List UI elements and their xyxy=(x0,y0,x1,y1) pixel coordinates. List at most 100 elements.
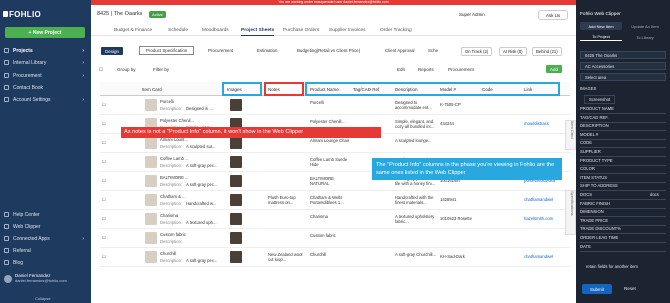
tab-order-tracking[interactable]: Order Tracking xyxy=(380,28,412,33)
tab-project-sheets[interactable]: Project Sheets xyxy=(241,28,275,36)
link-cell[interactable]: chathamandwel xyxy=(524,254,566,259)
item-thumbnail[interactable] xyxy=(145,156,157,168)
sidebar-item-projects[interactable]: Projects › xyxy=(4,46,87,55)
model-cell[interactable]: 1010523 Rosette xyxy=(440,216,482,221)
item-thumbnail[interactable] xyxy=(145,251,157,263)
product-name-cell[interactable]: Charisma xyxy=(310,214,352,219)
product-image[interactable] xyxy=(230,137,242,149)
table-row[interactable]: ☐ Custom fabric Description: Custom fabric xyxy=(100,229,570,248)
col-item-card[interactable]: Item Card xyxy=(142,87,162,92)
sidebar-item-web-clipper[interactable]: Web Clipper xyxy=(4,222,87,231)
product-image[interactable] xyxy=(230,213,242,225)
product-name-cell[interactable]: Churchill xyxy=(310,252,352,257)
super-admin-menu[interactable]: Super Admin xyxy=(459,12,485,17)
row-checkbox[interactable]: ☐ xyxy=(102,159,106,164)
clipper-field-input[interactable] xyxy=(580,250,666,252)
clipper-field-label[interactable]: MODEL # xyxy=(580,132,598,137)
clipper-field-label[interactable]: TRADE DISCOUNT% xyxy=(580,226,621,231)
area-select[interactable]: AC Accessories xyxy=(580,62,666,70)
model-cell[interactable]: KH-Sad-Dark xyxy=(440,254,482,259)
clipper-field-input[interactable] xyxy=(580,138,666,140)
tab-purchase-orders[interactable]: Purchase Orders xyxy=(283,28,319,33)
reports-button[interactable]: Reports xyxy=(418,67,434,72)
description-cell[interactable]: Designed to accommodate ent... xyxy=(395,100,439,110)
clipper-field-label[interactable]: FABRIC FINISH xyxy=(580,201,610,206)
model-cell[interactable]: 1428941 xyxy=(440,197,482,202)
product-name-cell[interactable]: Custom fabric xyxy=(310,233,352,238)
description-cell[interactable]: A soft-gray Churchill... xyxy=(395,252,439,257)
at-risk-chip[interactable]: At Risk (0) xyxy=(499,47,527,56)
tab-to-library[interactable]: To Library xyxy=(624,33,666,41)
row-checkbox[interactable]: ☐ xyxy=(102,235,106,240)
table-row[interactable]: ☐ Chatham & ... Description: Handcrafted w.… xyxy=(100,191,570,210)
sidebar-item-blog[interactable]: Blog xyxy=(4,258,87,267)
tab-add-new-item[interactable]: Add New Item xyxy=(580,22,622,30)
model-cell[interactable]: 434244 xyxy=(440,121,482,126)
add-item-button[interactable]: Add xyxy=(546,65,562,73)
clipper-field-label[interactable]: COLOR xyxy=(580,166,595,171)
item-thumbnail[interactable] xyxy=(145,99,157,111)
clipper-field-input[interactable] xyxy=(580,242,666,243)
phase-budgeting[interactable]: Budgeting(Retail vs Client Price) xyxy=(297,48,360,53)
table-row[interactable]: ☐ Churchill Description: A soft-gray pec...… xyxy=(100,248,570,267)
description-cell[interactable]: A sculpted lounge... xyxy=(395,138,439,143)
row-checkbox[interactable]: ☐ xyxy=(102,216,106,221)
clipper-field-label[interactable]: ORDER LEAD TIME xyxy=(580,235,618,240)
sidebar-item-help-center[interactable]: Help Center xyxy=(4,210,87,219)
notes-cell[interactable]: New Zealand wool cut loop... xyxy=(268,252,308,262)
submit-button[interactable]: Submit xyxy=(582,284,612,294)
product-image[interactable] xyxy=(230,99,242,111)
design-phase-dropdown[interactable]: Design xyxy=(101,47,123,55)
sidebar-item-contact-book[interactable]: Contact Book xyxy=(4,83,87,92)
table-row[interactable]: ☐ Charisma Description: A textured uph... Ch… xyxy=(100,210,570,229)
project-select[interactable]: 8425 The Ooarks xyxy=(580,51,666,59)
item-thumbnail[interactable] xyxy=(145,175,157,187)
row-checkbox[interactable]: ☐ xyxy=(102,178,106,183)
select-area-dropdown[interactable]: Select area xyxy=(580,73,666,81)
reset-button[interactable]: Reset xyxy=(624,286,636,291)
clipper-field-label[interactable]: PRODUCT TYPE xyxy=(580,158,613,163)
clipper-field-label[interactable]: TRADE PRICE xyxy=(580,218,608,223)
clipper-field-label[interactable]: DESCRIPTION xyxy=(580,123,609,128)
sidebar-item-account-settings[interactable]: Account Settings › xyxy=(4,95,87,104)
product-name-cell[interactable]: Purcelli xyxy=(310,100,352,105)
sidebar-item-connected-apps[interactable]: Connected Apps › xyxy=(4,234,87,243)
row-checkbox[interactable]: ☐ xyxy=(102,121,106,126)
description-cell[interactable]: Simple, elegant, and cozy all bundled in… xyxy=(395,119,439,129)
avatar[interactable] xyxy=(4,275,12,283)
item-thumbnail[interactable] xyxy=(145,232,157,244)
product-name-cell[interactable]: BALTIMORE NATURAL xyxy=(310,176,352,186)
tab-budget-finance[interactable]: Budget & Finance xyxy=(114,28,152,33)
side-tab-item-card[interactable]: Item Card xyxy=(565,120,576,150)
item-thumbnail[interactable] xyxy=(145,137,157,149)
description-cell[interactable]: Handcrafted with the finest materials... xyxy=(395,195,439,205)
edit-button[interactable]: Edit xyxy=(397,67,405,72)
tab-supplier-invoices[interactable]: Supplier Invoices xyxy=(329,28,366,33)
docs-add-button[interactable]: docs xyxy=(650,192,659,197)
tab-schedule[interactable]: Schedule xyxy=(168,28,188,33)
behind-chip[interactable]: Behind (21) xyxy=(532,47,562,56)
project-breadcrumb[interactable]: 8425 | The Oaarks xyxy=(97,11,142,17)
product-name-cell[interactable]: Almani Lounge Chair xyxy=(310,138,352,143)
collapse-button[interactable]: Collapse xyxy=(35,296,51,301)
product-image[interactable] xyxy=(230,156,242,168)
tab-update-item[interactable]: Update An Item xyxy=(624,22,666,30)
sidebar-item-referral[interactable]: Referral xyxy=(4,246,87,255)
tab-to-project[interactable]: To Project xyxy=(580,33,622,41)
clipper-field-label[interactable]: SUPPLIER xyxy=(580,149,601,154)
on-track-chip[interactable]: On Track (2) xyxy=(461,47,493,56)
row-checkbox[interactable]: ☐ xyxy=(102,102,106,107)
phase-procurement[interactable]: Procurement xyxy=(208,48,233,53)
model-cell[interactable]: K-7505-CP xyxy=(440,102,482,107)
clipper-field-label[interactable]: TAG/CAD REF. xyxy=(580,115,609,120)
row-checkbox[interactable]: ☐ xyxy=(102,197,106,202)
clipper-field-label[interactable]: DIMENSION xyxy=(580,209,604,214)
product-image[interactable] xyxy=(230,194,242,206)
item-thumbnail[interactable] xyxy=(145,213,157,225)
clipper-field-label[interactable]: CODE xyxy=(580,140,592,145)
screenshot-button[interactable]: Screenshot xyxy=(584,95,616,104)
product-image[interactable] xyxy=(230,232,242,244)
retain-fields-toggle[interactable]: retain fields for another item xyxy=(586,264,638,269)
row-checkbox[interactable]: ☐ xyxy=(102,254,106,259)
description-cell[interactable]: A textured upholstery fabric... xyxy=(395,214,439,224)
